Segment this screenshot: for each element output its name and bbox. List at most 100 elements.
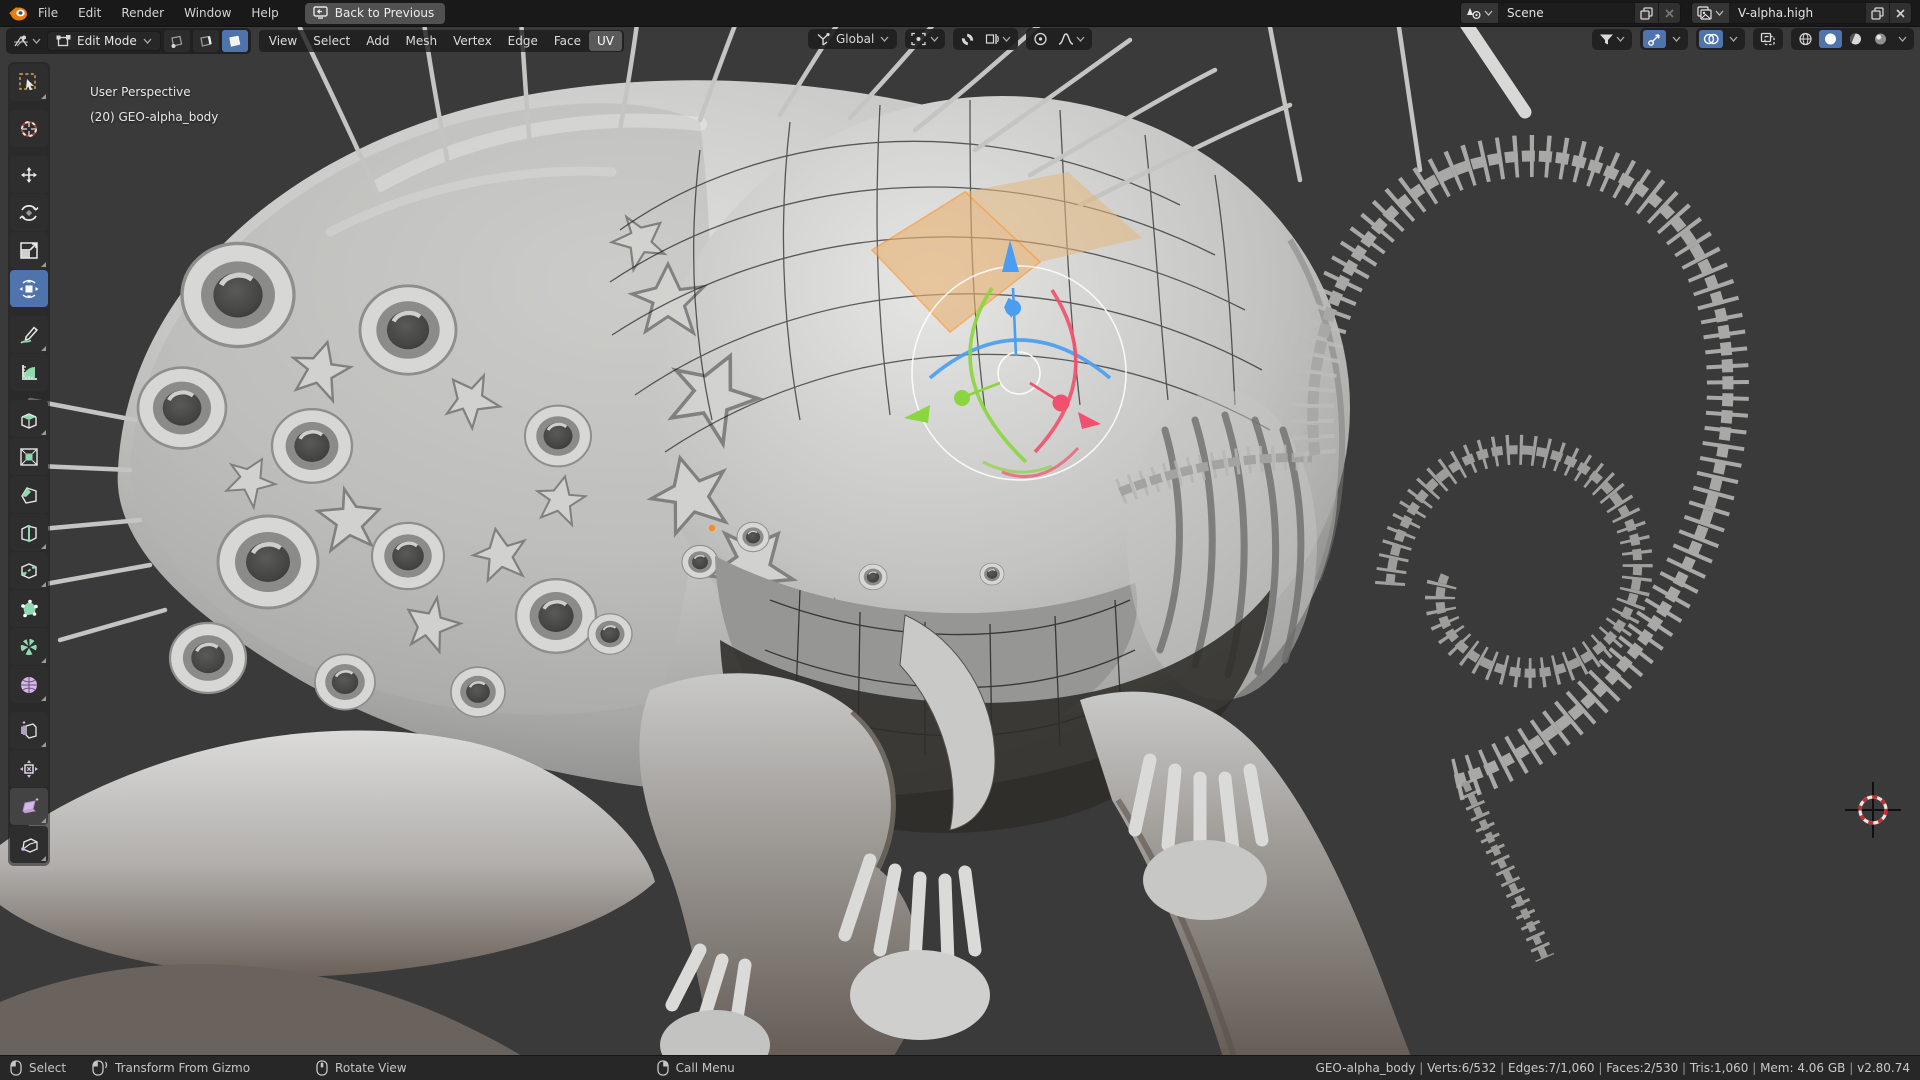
vp-menu-edge[interactable]: Edge [500, 31, 546, 51]
menu-render[interactable]: Render [111, 3, 174, 23]
hint-select: Select [10, 1060, 66, 1076]
tool-cursor[interactable] [10, 110, 48, 147]
transform-orientation-dropdown[interactable]: Global [808, 29, 897, 49]
tool-rip-region[interactable] [10, 826, 48, 863]
blender-logo-icon[interactable] [8, 4, 28, 22]
stat-verts: Verts:6/532 [1415, 1061, 1496, 1075]
overlays-group [1696, 28, 1745, 50]
scene-name-field[interactable]: Scene [1498, 3, 1634, 23]
mouse-left-drag-icon [92, 1060, 108, 1076]
hint-rotate-view-label: Rotate View [335, 1061, 407, 1075]
tool-shear[interactable] [10, 788, 48, 825]
hint-call-menu: Call Menu [657, 1060, 735, 1076]
viewport-canvas[interactable] [0, 0, 1920, 1080]
tool-scale[interactable] [10, 232, 48, 269]
tool-knife[interactable] [10, 552, 48, 589]
gizmo-dropdown[interactable] [1668, 34, 1685, 44]
screen-back-icon [313, 6, 328, 19]
viewport-header: Edit Mode View Select Add Mesh Vertex Ed [0, 26, 1920, 56]
shading-rendered-button[interactable] [1869, 30, 1892, 48]
proportional-circle-icon [1033, 32, 1048, 46]
chevron-down-icon [1484, 10, 1493, 16]
show-overlays-toggle[interactable] [1699, 30, 1723, 48]
vertex-select-mode-button[interactable] [164, 30, 190, 52]
scene-new-copy-button[interactable] [1634, 3, 1658, 23]
chevron-down-icon [1076, 36, 1085, 42]
tool-edge-slide[interactable] [10, 712, 48, 749]
view-layer-new-copy-button[interactable] [1865, 3, 1889, 23]
scene-unlink-button[interactable] [1658, 3, 1680, 23]
overlays-dropdown[interactable] [1725, 34, 1742, 44]
menu-help[interactable]: Help [241, 3, 288, 23]
close-icon [1895, 8, 1906, 19]
shading-wireframe-button[interactable] [1794, 30, 1817, 48]
vp-menu-vertex[interactable]: Vertex [445, 31, 500, 51]
stat-version: v2.80.74 [1845, 1061, 1910, 1075]
tool-spin[interactable] [10, 628, 48, 665]
hint-rotate-view: Rotate View [316, 1060, 407, 1076]
view-layer-icon [1697, 6, 1713, 20]
menu-window[interactable]: Window [174, 3, 241, 23]
tool-transform[interactable] [10, 270, 48, 307]
tool-smooth[interactable] [10, 666, 48, 703]
toolbar [8, 62, 50, 866]
shading-material-icon [1848, 32, 1863, 46]
vp-menu-face[interactable]: Face [546, 31, 589, 51]
editor-type-button[interactable] [9, 32, 45, 51]
vp-menu-add[interactable]: Add [358, 31, 397, 51]
menu-edit[interactable]: Edit [68, 3, 111, 23]
tool-loop-cut[interactable] [10, 514, 48, 551]
proportional-editing-toggle[interactable] [1029, 30, 1052, 48]
menu-file[interactable]: File [28, 3, 68, 23]
tool-inset-faces[interactable] [10, 438, 48, 475]
mode-dropdown[interactable]: Edit Mode [47, 31, 161, 51]
statusbar: Select Transform From Gizmo Rotate View … [0, 1055, 1920, 1080]
tool-bevel[interactable] [10, 476, 48, 513]
proportional-falloff-dropdown[interactable] [1054, 30, 1089, 48]
chevron-down-icon [1898, 36, 1907, 42]
shading-rendered-icon [1873, 32, 1888, 46]
vp-menu-mesh[interactable]: Mesh [398, 31, 446, 51]
vp-menu-select[interactable]: Select [305, 31, 358, 51]
show-gizmo-toggle[interactable] [1643, 30, 1666, 48]
view-layer-browse-button[interactable] [1692, 3, 1729, 23]
snap-target-dropdown[interactable] [981, 30, 1015, 48]
face-select-mode-button[interactable] [222, 30, 248, 52]
snapping-group [953, 28, 1018, 50]
xray-group [1753, 28, 1783, 50]
tool-measure[interactable] [10, 354, 48, 391]
view-layer-remove-button[interactable] [1889, 3, 1911, 23]
vp-menu-uv[interactable]: UV [589, 31, 622, 51]
tool-extrude-region[interactable] [10, 400, 48, 437]
mode-label: Edit Mode [77, 34, 137, 48]
snap-toggle-button[interactable] [956, 30, 979, 48]
view-name-label: User Perspective [90, 80, 218, 105]
pivot-point-dropdown[interactable] [905, 29, 945, 49]
tool-move[interactable] [10, 156, 48, 193]
tool-select-box[interactable] [10, 64, 48, 101]
mouse-right-icon [657, 1060, 669, 1076]
visibility-filter-dropdown[interactable] [1595, 31, 1629, 48]
back-to-previous-button[interactable]: Back to Previous [305, 3, 446, 24]
shading-dropdown[interactable] [1894, 34, 1911, 44]
hint-transform-gizmo-label: Transform From Gizmo [115, 1061, 250, 1075]
shading-solid-button[interactable] [1819, 30, 1842, 48]
xray-toggle[interactable] [1756, 30, 1780, 48]
vp-menu-view[interactable]: View [261, 31, 305, 51]
tool-poly-build[interactable] [10, 590, 48, 627]
stat-object-name: GEO-alpha_body [1316, 1061, 1416, 1075]
shading-material-button[interactable] [1844, 30, 1867, 48]
tool-annotate[interactable] [10, 316, 48, 353]
chevron-down-icon [930, 36, 939, 42]
view-layer-selector: V-alpha.high [1691, 2, 1912, 24]
shading-solid-icon [1823, 32, 1838, 46]
back-to-previous-label: Back to Previous [335, 6, 435, 20]
scene-browse-button[interactable] [1461, 3, 1498, 23]
gizmo-arrow-icon [1647, 32, 1662, 46]
edge-select-mode-button[interactable] [193, 30, 219, 52]
topbar: File Edit Render Window Help Back to Pre… [0, 0, 1920, 27]
close-icon [1664, 8, 1675, 19]
tool-shrink-fatten[interactable] [10, 750, 48, 787]
tool-rotate[interactable] [10, 194, 48, 231]
view-layer-name-field[interactable]: V-alpha.high [1729, 3, 1865, 23]
